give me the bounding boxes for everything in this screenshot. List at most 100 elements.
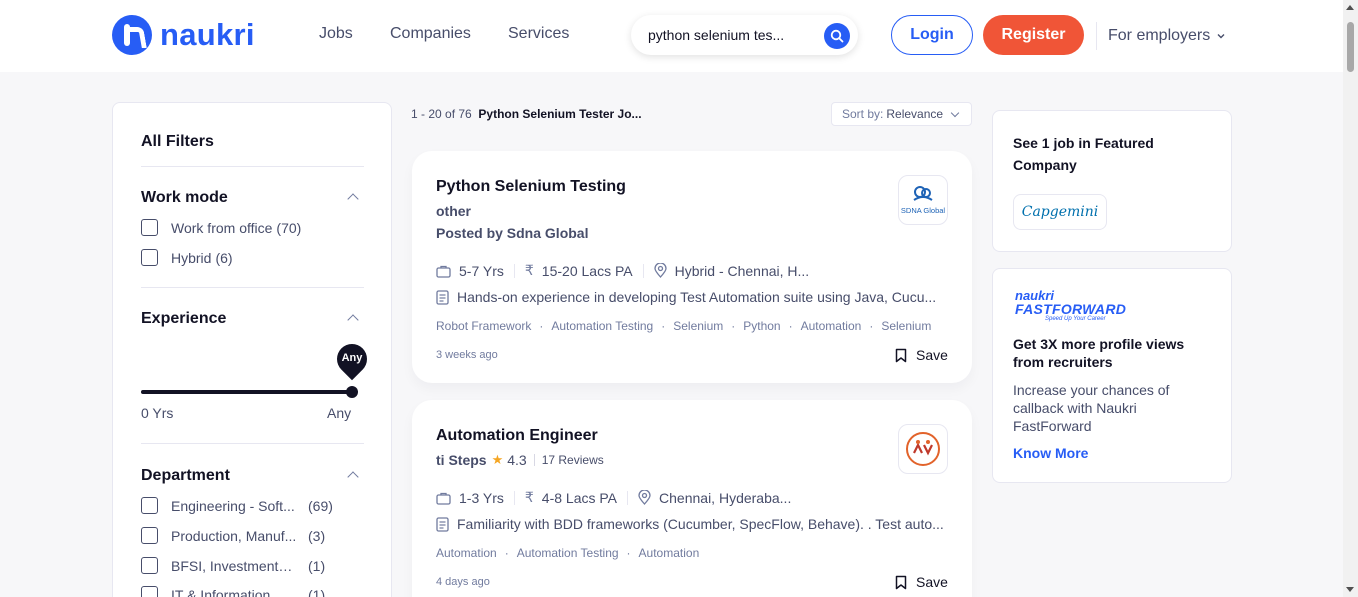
job-card[interactable]: Automation Engineer ti Steps ★ 4.3 17 Re… — [412, 400, 972, 597]
department-title: Department — [141, 467, 230, 484]
briefcase-icon — [436, 265, 451, 278]
logo-text: naukri — [160, 17, 255, 52]
salary-value: 15-20 Lacs PA — [541, 262, 633, 279]
fastforward-card[interactable]: naukri FASTFORWARD Speed Up Your Career … — [992, 268, 1232, 483]
reviews-link[interactable]: 17 Reviews — [542, 453, 604, 467]
header-divider — [1096, 22, 1097, 50]
chevron-up-icon[interactable] — [347, 193, 359, 205]
job-card[interactable]: Python Selenium Testing other Posted by … — [412, 151, 972, 383]
search-input[interactable]: python selenium tes... — [648, 27, 798, 43]
checkbox[interactable] — [141, 497, 158, 514]
results-count: 1 - 20 of 76 Python Selenium Tester Jo..… — [411, 107, 642, 121]
filter-count: (6) — [215, 249, 233, 266]
checkbox[interactable] — [141, 219, 158, 236]
chevron-up-icon[interactable] — [347, 471, 359, 483]
ff-title: Get 3X more profile views from recruiter… — [1013, 336, 1185, 370]
scroll-up-arrow-icon[interactable] — [1346, 5, 1354, 10]
filter-count: (70) — [276, 219, 302, 236]
all-filters-title: All Filters — [141, 133, 214, 150]
results-query: Python Selenium Tester Jo... — [478, 107, 642, 121]
login-button[interactable]: Login — [891, 15, 973, 55]
checkbox[interactable] — [141, 249, 158, 266]
featured-company-card[interactable]: See 1 job in Featured Company Capgemini — [992, 110, 1232, 252]
job-meta: 5-7 Yrs ₹ 15-20 Lacs PA Hybrid - Chennai… — [436, 262, 809, 279]
bookmark-icon — [895, 348, 907, 362]
filter-dept-engineering[interactable]: Engineering - Soft... — [141, 497, 295, 514]
separator — [627, 490, 629, 505]
chevron-down-icon — [950, 108, 960, 118]
rupee-icon: ₹ — [524, 262, 534, 278]
register-button[interactable]: Register — [983, 15, 1084, 55]
nav-companies[interactable]: Companies — [390, 25, 471, 43]
filter-hybrid[interactable]: Hybrid (6) — [141, 249, 233, 266]
filter-count: (69) — [308, 498, 333, 514]
company-name[interactable]: other — [436, 203, 471, 219]
experience-slider-handle[interactable] — [346, 386, 358, 398]
scroll-down-arrow-icon[interactable] — [1346, 587, 1354, 592]
filter-label: IT & Information Se... — [171, 586, 297, 597]
naukri-logo-icon — [112, 15, 152, 55]
separator — [513, 490, 515, 505]
work-mode-title: Work mode — [141, 189, 228, 206]
search-icon — [830, 29, 844, 43]
search-button[interactable] — [824, 23, 850, 49]
divider — [141, 287, 364, 288]
sdna-logo-icon: SDNA Global — [901, 186, 946, 215]
results-range: 1 - 20 of 76 — [411, 107, 472, 121]
tag: Selenium — [881, 319, 932, 333]
know-more-link[interactable]: Know More — [1013, 445, 1088, 461]
nav-jobs[interactable]: Jobs — [319, 25, 353, 43]
search-bar[interactable]: python selenium tes... — [631, 15, 858, 55]
job-title[interactable]: Python Selenium Testing — [436, 178, 626, 196]
location: Hybrid - Chennai, H... — [653, 263, 809, 279]
document-icon — [436, 516, 449, 532]
sort-dropdown[interactable]: Sort by: Relevance — [831, 102, 972, 126]
sort-value: Relevance — [886, 107, 944, 121]
salary-value: 4-8 Lacs PA — [541, 489, 618, 506]
checkbox[interactable] — [141, 586, 158, 597]
briefcase-icon — [436, 492, 451, 505]
document-icon — [436, 289, 449, 305]
checkbox[interactable] — [141, 527, 158, 544]
company-name[interactable]: ti Steps — [436, 452, 487, 468]
for-employers-menu[interactable]: For employers — [1108, 27, 1226, 45]
job-meta: 1-3 Yrs ₹ 4-8 Lacs PA Chennai, Hyderaba.… — [436, 489, 791, 506]
filter-dept-production[interactable]: Production, Manuf... — [141, 527, 296, 544]
filter-count: (1) — [308, 558, 326, 574]
description-text: Familiarity with BDD frameworks (Cucumbe… — [457, 516, 944, 532]
job-description: Hands-on experience in developing Test A… — [436, 289, 951, 305]
company-rating-row: ti Steps ★ 4.3 17 Reviews — [436, 452, 604, 468]
job-title[interactable]: Automation Engineer — [436, 427, 598, 445]
save-job-button[interactable]: Save — [895, 347, 948, 363]
checkbox[interactable] — [141, 557, 158, 574]
filter-label: BFSI, Investments ... — [171, 557, 297, 574]
separator — [533, 454, 535, 466]
experience-slider-track[interactable] — [141, 390, 356, 394]
naukri-logo[interactable]: naukri — [112, 15, 255, 55]
filter-work-from-office[interactable]: Work from office (70) — [141, 219, 301, 236]
tag: Automation — [638, 546, 700, 560]
star-icon: ★ — [491, 452, 504, 467]
capgemini-logo[interactable]: Capgemini — [1013, 194, 1107, 230]
tag: Selenium — [673, 319, 724, 333]
save-job-button[interactable]: Save — [895, 574, 948, 590]
experience: 1-3 Yrs — [436, 490, 504, 506]
chevron-up-icon[interactable] — [347, 314, 359, 326]
job-description: Familiarity with BDD frameworks (Cucumbe… — [436, 516, 951, 532]
filter-dept-bfsi[interactable]: BFSI, Investments ... — [141, 557, 297, 574]
experience-title: Experience — [141, 310, 227, 327]
nav-services[interactable]: Services — [508, 25, 569, 43]
salary: ₹ 4-8 Lacs PA — [525, 489, 617, 506]
experience-value: 1-3 Yrs — [459, 489, 504, 506]
logo-text: SDNA Global — [901, 206, 946, 215]
tag: Automation — [436, 546, 497, 560]
page-scrollbar[interactable] — [1343, 0, 1358, 597]
ti-steps-logo-icon — [906, 432, 940, 466]
experience-value: 5-7 Yrs — [459, 262, 504, 279]
scroll-thumb[interactable] — [1347, 22, 1354, 72]
company-logo[interactable] — [898, 424, 948, 474]
fastforward-logo: naukri FASTFORWARD Speed Up Your Career — [1015, 289, 1126, 323]
company-logo[interactable]: SDNA Global — [898, 175, 948, 225]
filter-dept-it[interactable]: IT & Information Se... — [141, 586, 297, 597]
tag: Robot Framework — [436, 319, 532, 333]
